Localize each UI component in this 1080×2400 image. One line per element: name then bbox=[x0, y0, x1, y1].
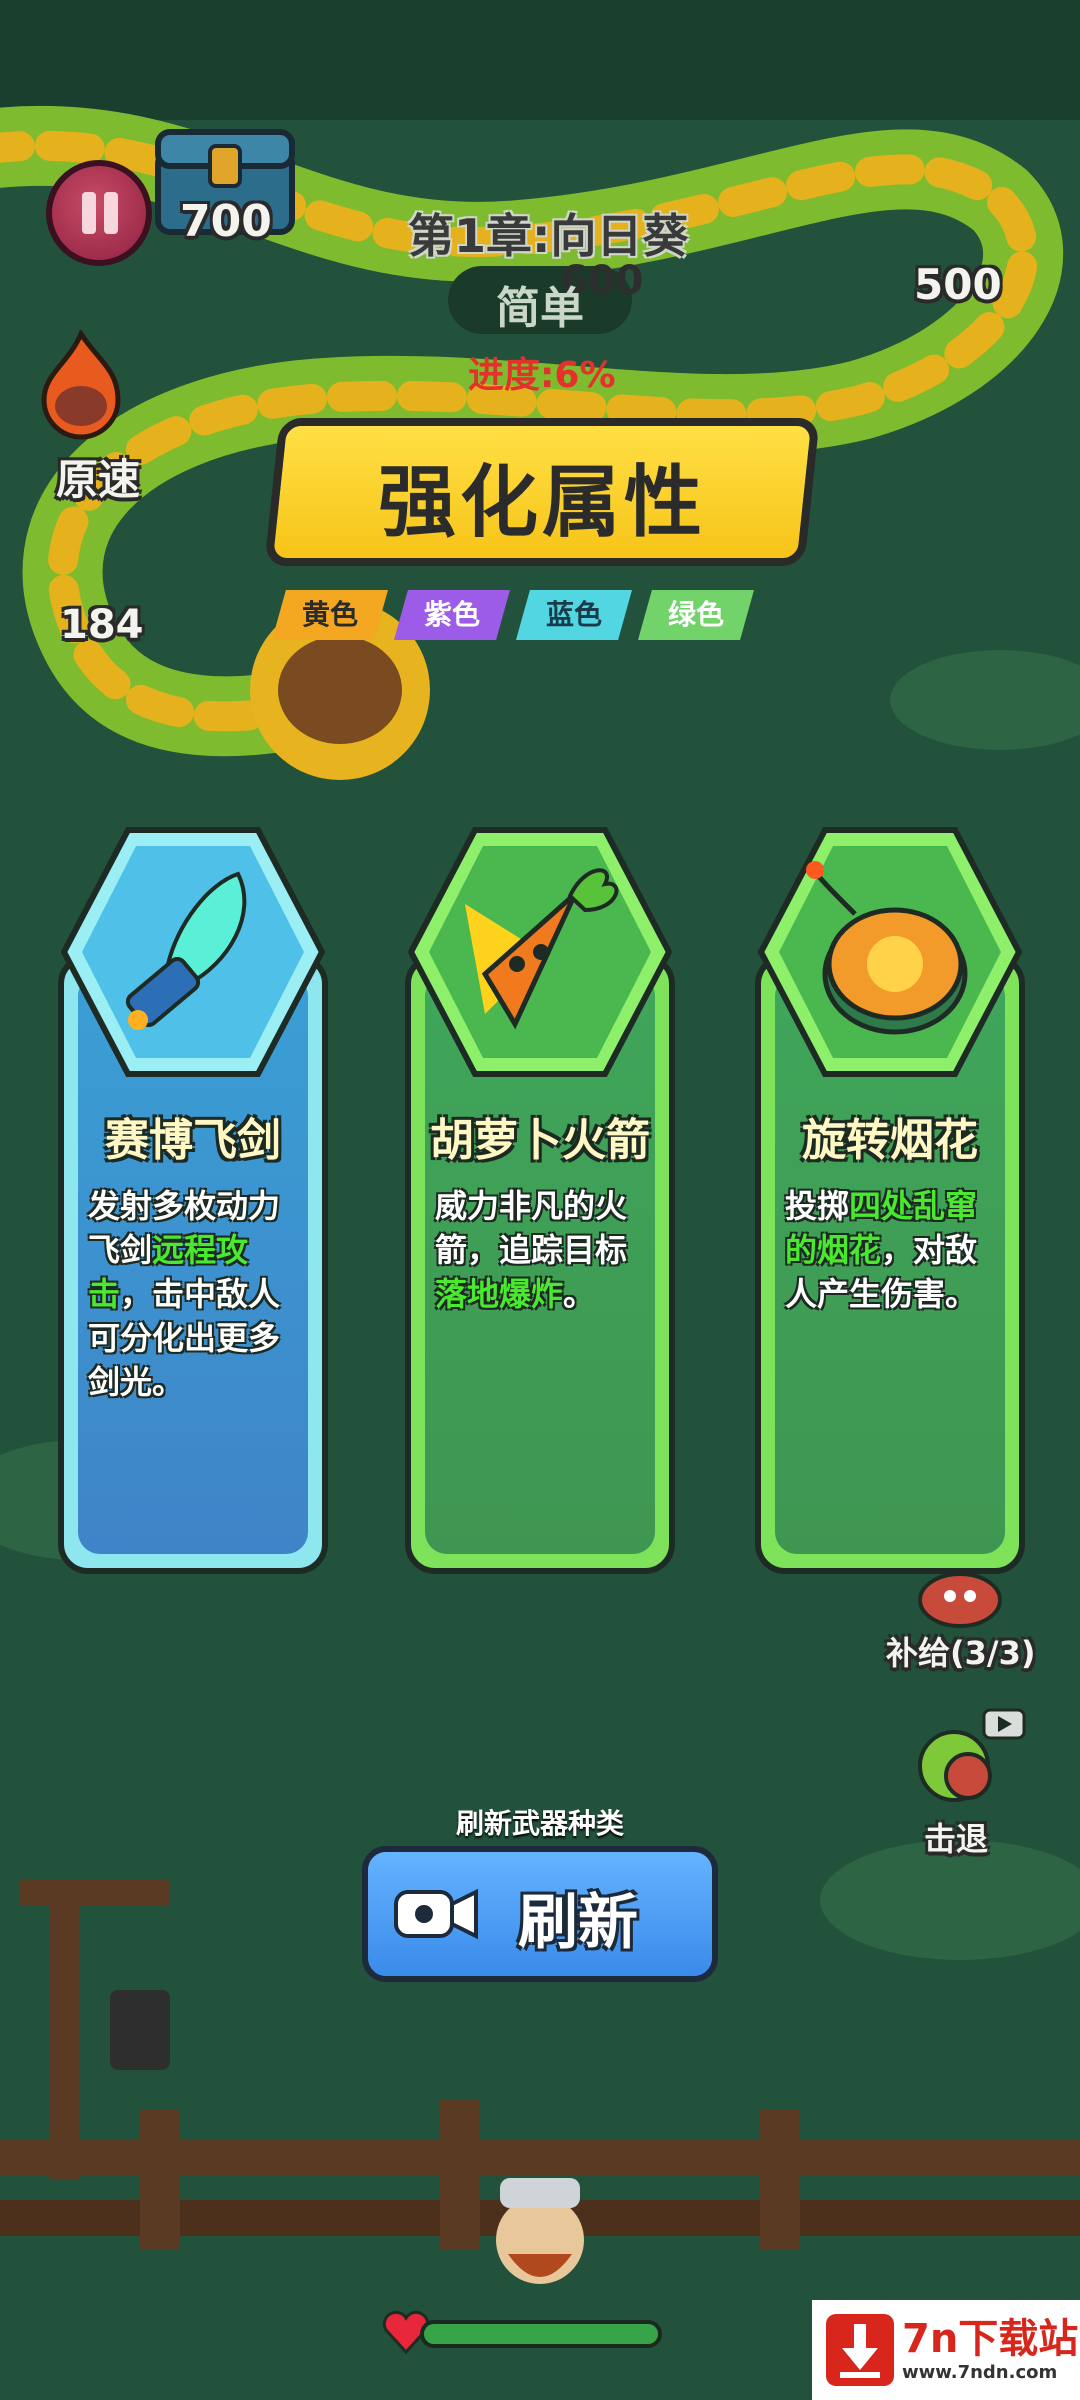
refresh-label: 刷新 bbox=[518, 1888, 638, 1958]
difficulty-label: 简单 bbox=[496, 283, 584, 334]
speed-icon[interactable] bbox=[38, 330, 124, 440]
card-name: 旋转烟花 bbox=[802, 1115, 978, 1166]
health-fill bbox=[424, 2324, 658, 2344]
repel-icon[interactable] bbox=[910, 1706, 1030, 1810]
card-name: 胡萝卜火箭 bbox=[430, 1115, 650, 1166]
card-description: 威力非凡的火箭，追踪目标落地爆炸。 bbox=[435, 1187, 628, 1313]
game-screen: 700 第1章:向日葵 600 简单 进度:6% 500 184 原速 强化属性… bbox=[0, 0, 1080, 2400]
coin-count: 700 bbox=[180, 196, 272, 247]
weapon-card-cyber-sword[interactable]: 赛博飞剑 发射多枚动力飞剑远程攻击，击中敌人可分化出更多剑光。 bbox=[58, 824, 328, 1574]
supply-icon[interactable] bbox=[910, 1560, 1010, 1630]
supply-label[interactable]: 补给(3/3) bbox=[886, 1628, 1035, 1674]
site-watermark: 7n下载站 www.7ndn.com bbox=[812, 2300, 1080, 2400]
tag-green: 绿色 bbox=[638, 590, 754, 640]
banner-title: 强化属性 bbox=[377, 458, 706, 548]
refresh-caption: 刷新武器种类 bbox=[455, 1807, 624, 1840]
player-health-bar bbox=[420, 2320, 662, 2348]
video-camera-icon bbox=[394, 1888, 478, 1940]
repel-label[interactable]: 击退 bbox=[924, 1814, 988, 1860]
tag-yellow: 黄色 bbox=[272, 590, 388, 640]
weapon-card-spinning-firework[interactable]: 旋转烟花 投掷四处乱窜的烟花，对敌人产生伤害。 bbox=[755, 824, 1025, 1574]
chapter-title: 第1章:向日葵 bbox=[408, 209, 689, 263]
pause-icon bbox=[82, 192, 96, 234]
refresh-button[interactable]: 刷新 bbox=[362, 1846, 718, 1982]
card-description: 发射多枚动力飞剑远程攻击，击中敌人可分化出更多剑光。 bbox=[88, 1187, 281, 1401]
card-description: 投掷四处乱窜的烟花，对敌人产生伤害。 bbox=[785, 1187, 978, 1313]
enemy-hp-184: 184 bbox=[60, 602, 144, 648]
pause-button[interactable] bbox=[46, 160, 152, 266]
card-name: 赛博飞剑 bbox=[105, 1115, 281, 1166]
watermark-url: www.7ndn.com bbox=[902, 2362, 1058, 2383]
tag-blue: 蓝色 bbox=[516, 590, 632, 640]
speed-label[interactable]: 原速 bbox=[56, 446, 140, 507]
weapon-card-carrot-rocket[interactable]: 胡萝卜火箭 威力非凡的火箭，追踪目标落地爆炸。 bbox=[405, 824, 675, 1574]
watermark-title: 7n下载站 bbox=[902, 2316, 1079, 2362]
enemy-hp-500: 500 bbox=[914, 260, 1002, 309]
download-logo-icon bbox=[826, 2314, 894, 2386]
progress-text: 进度:6% bbox=[468, 355, 616, 396]
tag-purple: 紫色 bbox=[394, 590, 510, 640]
